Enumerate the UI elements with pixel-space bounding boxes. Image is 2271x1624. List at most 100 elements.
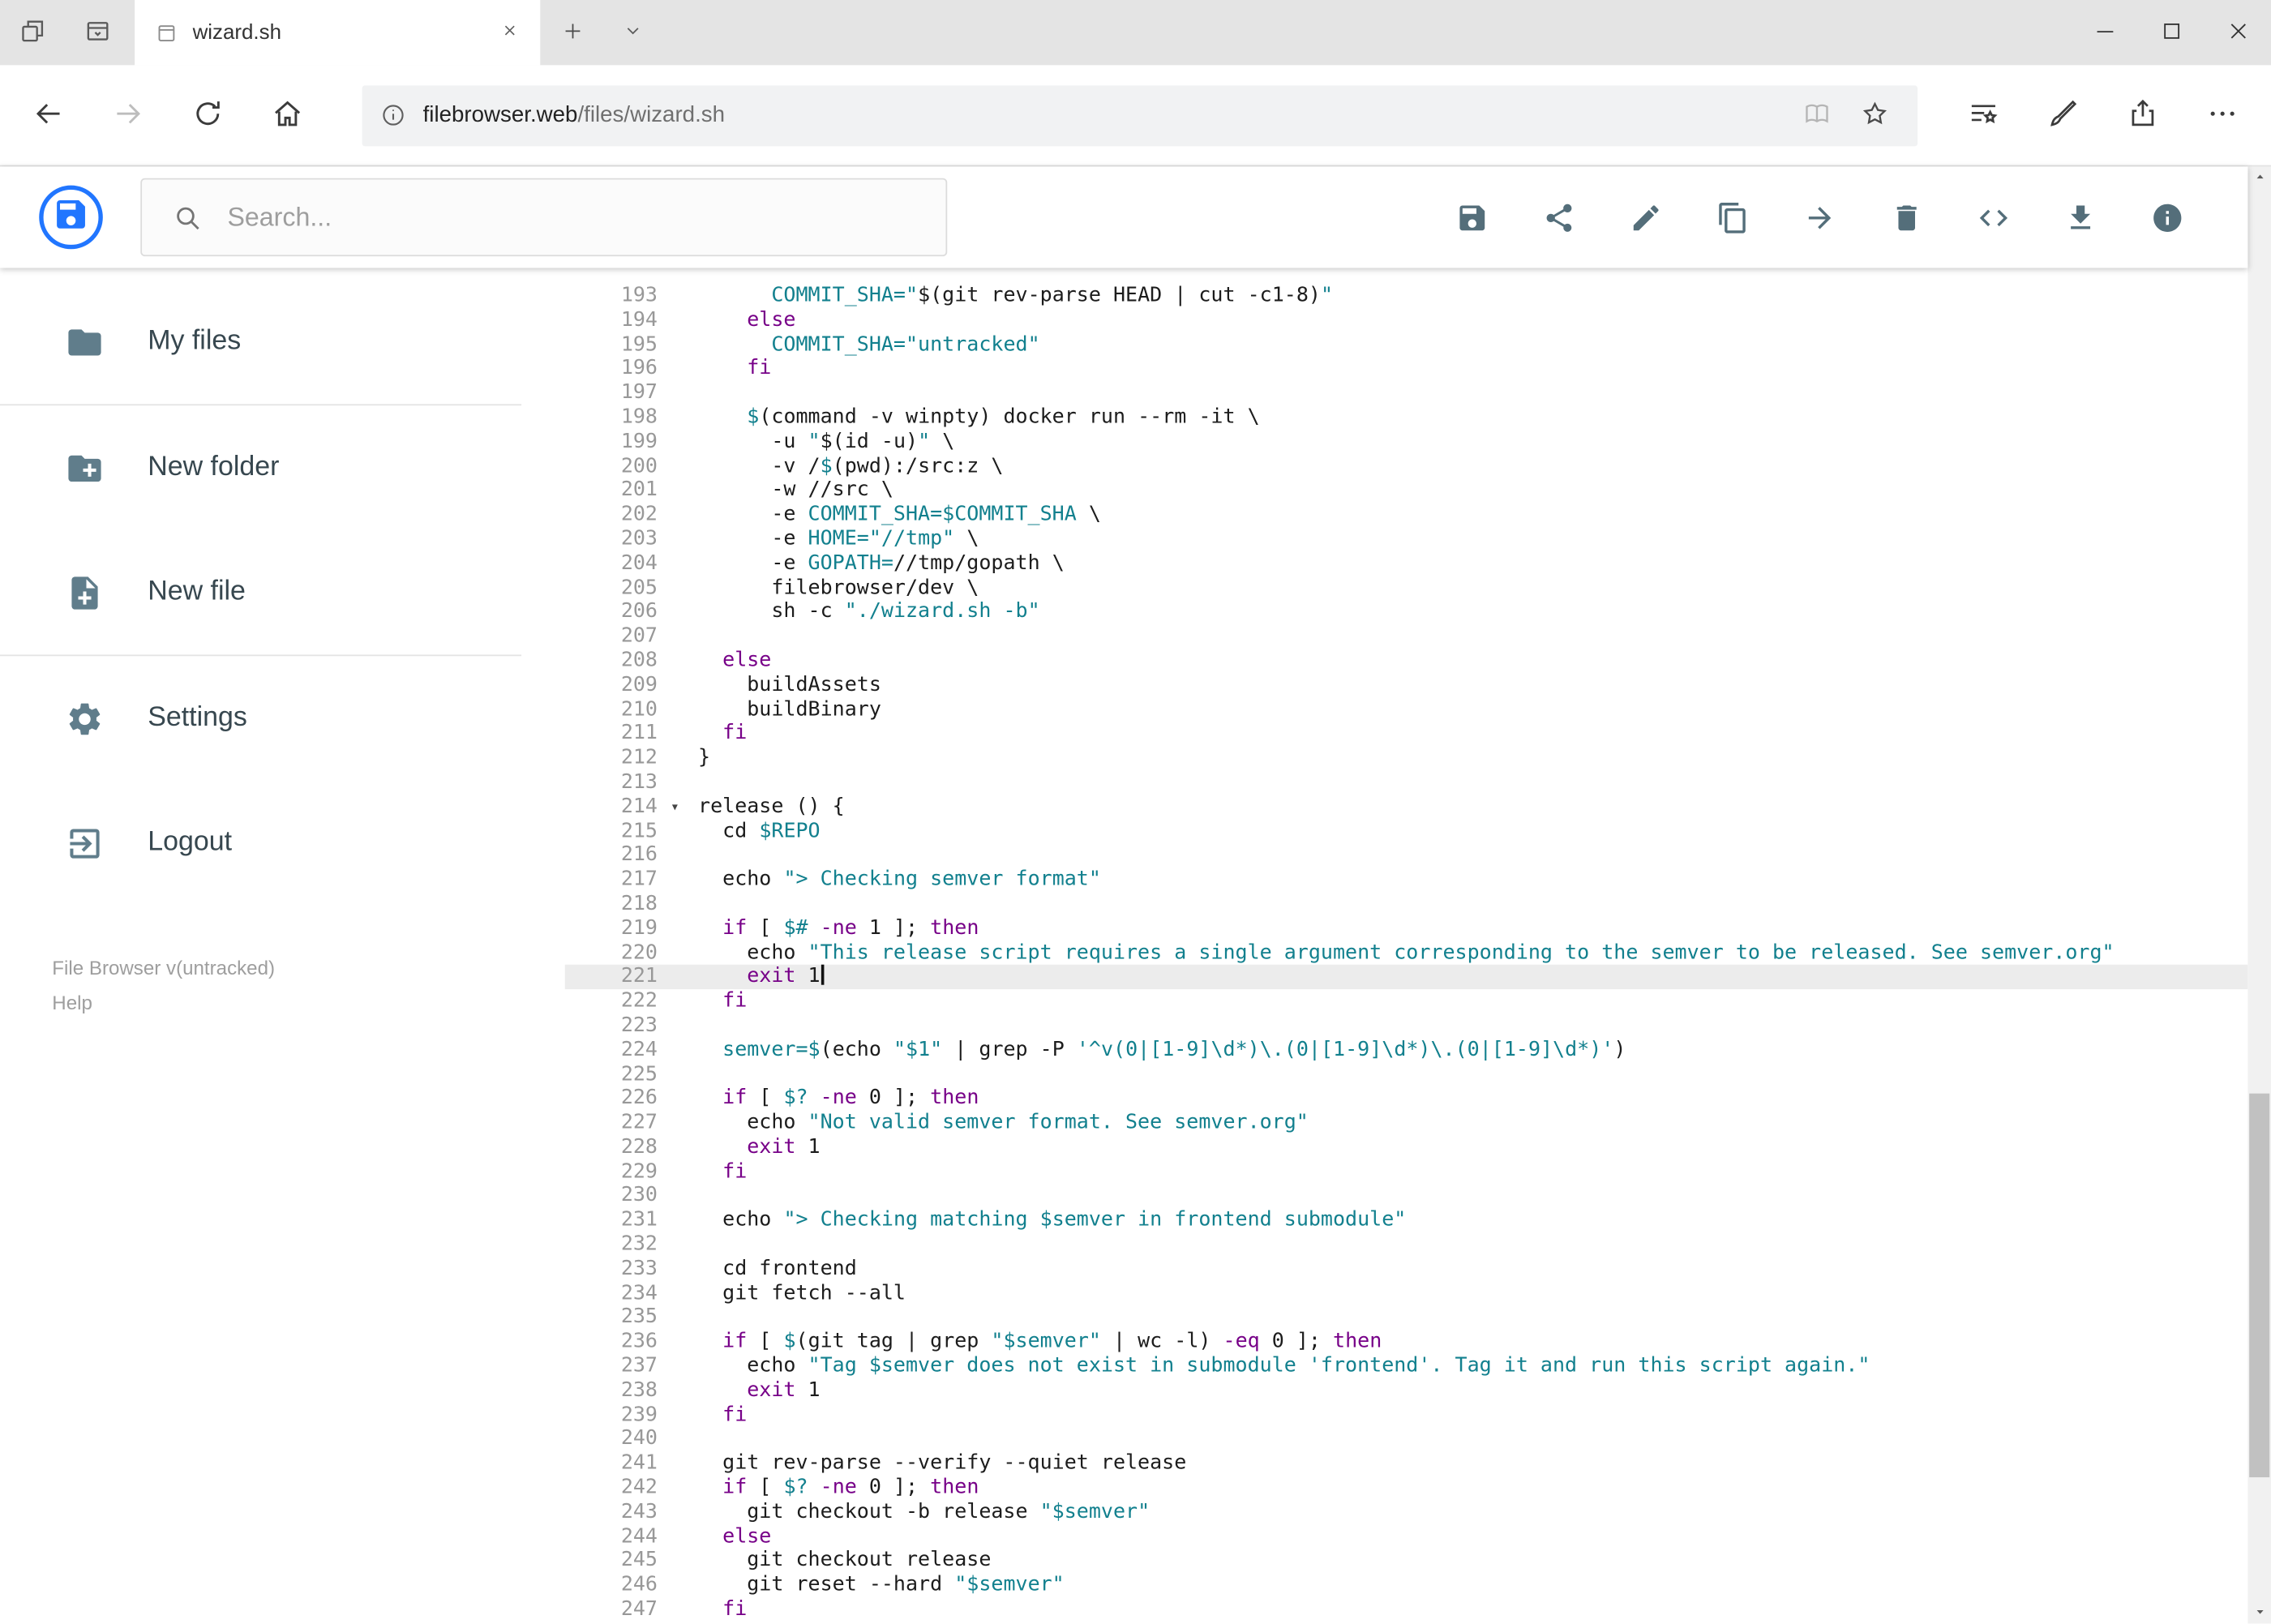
- code-line[interactable]: 223: [565, 1013, 2248, 1038]
- code-line[interactable]: 240: [565, 1427, 2248, 1451]
- tab-close-button[interactable]: [491, 14, 529, 51]
- info-button[interactable]: [2149, 200, 2184, 235]
- scroll-up-button[interactable]: [2247, 166, 2271, 190]
- download-button[interactable]: [2063, 200, 2097, 235]
- code-line[interactable]: 231 echo "> Checking matching $semver in…: [565, 1208, 2248, 1232]
- home-button[interactable]: [247, 76, 327, 154]
- code-line[interactable]: 247 fi: [565, 1597, 2248, 1622]
- share-button[interactable]: [1541, 200, 1576, 235]
- share-page-button[interactable]: [2103, 76, 2183, 154]
- code-line[interactable]: 194 else: [565, 308, 2248, 332]
- code-line[interactable]: 198 $(command -v winpty) docker run --rm…: [565, 405, 2248, 430]
- favorites-hub-button[interactable]: [1943, 76, 2023, 154]
- code-line[interactable]: 211 fi: [565, 722, 2248, 746]
- code-line[interactable]: 217 echo "> Checking semver format": [565, 868, 2248, 892]
- code-line[interactable]: 195 COMMIT_SHA="untracked": [565, 332, 2248, 357]
- scroll-down-button[interactable]: [2247, 1600, 2271, 1624]
- search-input[interactable]: [224, 200, 862, 234]
- copy-button[interactable]: [1715, 200, 1750, 235]
- new-tab-button[interactable]: [540, 0, 604, 65]
- help-link[interactable]: Help: [52, 989, 92, 1019]
- page-info-icon[interactable]: [379, 101, 407, 129]
- address-bar[interactable]: filebrowser.web/files/wizard.sh: [362, 84, 1918, 146]
- vertical-scrollbar[interactable]: [2247, 166, 2271, 1624]
- code-line[interactable]: 199 -u "$(id -u)" \: [565, 430, 2248, 454]
- code-line[interactable]: 230: [565, 1184, 2248, 1208]
- sidebar-item-settings[interactable]: Settings: [0, 656, 565, 781]
- back-button[interactable]: [9, 76, 88, 154]
- code-line[interactable]: 215 cd $REPO: [565, 819, 2248, 843]
- code-line[interactable]: 193 COMMIT_SHA="$(git rev-parse HEAD | c…: [565, 284, 2248, 308]
- code-editor[interactable]: 193 COMMIT_SHA="$(git rev-parse HEAD | c…: [564, 268, 2248, 1624]
- code-line[interactable]: 227 echo "Not valid semver format. See s…: [565, 1111, 2248, 1135]
- raw-view-button[interactable]: [1976, 200, 2011, 235]
- close-button[interactable]: [2205, 0, 2271, 65]
- sidebar-item-my-files[interactable]: My files: [0, 280, 565, 405]
- code-line[interactable]: 236 if [ $(git tag | grep "$semver" | wc…: [565, 1330, 2248, 1354]
- code-line[interactable]: 242 if [ $? -ne 0 ]; then: [565, 1476, 2248, 1500]
- refresh-button[interactable]: [168, 76, 247, 154]
- code-line[interactable]: 207: [565, 624, 2248, 649]
- forward-button[interactable]: [88, 76, 168, 154]
- code-line[interactable]: 205 filebrowser/dev \: [565, 576, 2248, 600]
- sidebar-item-new-folder[interactable]: New folder: [0, 405, 565, 530]
- code-line[interactable]: 212}: [565, 746, 2248, 770]
- code-line[interactable]: 225: [565, 1062, 2248, 1086]
- code-line[interactable]: 224 semver=$(echo "$1" | grep -P '^v(0|[…: [565, 1038, 2248, 1062]
- code-line[interactable]: 222 fi: [565, 989, 2248, 1013]
- code-line[interactable]: 206 sh -c "./wizard.sh -b": [565, 600, 2248, 624]
- scrollbar-thumb[interactable]: [2249, 1093, 2270, 1478]
- maximize-button[interactable]: [2138, 0, 2205, 65]
- code-line[interactable]: 201 -w //src \: [565, 478, 2248, 503]
- save-button[interactable]: [1454, 200, 1489, 235]
- code-line[interactable]: 241 git rev-parse --verify --quiet relea…: [565, 1451, 2248, 1476]
- code-line[interactable]: 234 git fetch --all: [565, 1281, 2248, 1305]
- code-line[interactable]: 246 git reset --hard "$semver": [565, 1573, 2248, 1597]
- rename-button[interactable]: [1628, 200, 1663, 235]
- delete-button[interactable]: [1888, 200, 1923, 235]
- code-line[interactable]: 228 exit 1: [565, 1135, 2248, 1159]
- code-line[interactable]: 213: [565, 770, 2248, 795]
- sidebar-item-logout[interactable]: Logout: [0, 781, 565, 906]
- code-line[interactable]: 208 else: [565, 649, 2248, 673]
- code-line[interactable]: 226 if [ $? -ne 0 ]; then: [565, 1086, 2248, 1111]
- code-line[interactable]: 214 ▾ release () {: [565, 795, 2248, 819]
- code-line[interactable]: 219 if [ $# -ne 1 ]; then: [565, 916, 2248, 941]
- browser-tab[interactable]: wizard.sh: [135, 0, 541, 66]
- code-line[interactable]: 243 git checkout -b release "$semver": [565, 1500, 2248, 1524]
- code-line[interactable]: 239 fi: [565, 1403, 2248, 1427]
- fold-marker-icon[interactable]: ▾: [671, 796, 679, 820]
- set-tabs-aside-button[interactable]: [0, 0, 65, 65]
- code-line[interactable]: 244 else: [565, 1524, 2248, 1549]
- web-note-button[interactable]: [2024, 76, 2103, 154]
- code-line[interactable]: 210 buildBinary: [565, 697, 2248, 722]
- code-line[interactable]: 238 exit 1: [565, 1378, 2248, 1403]
- code-line[interactable]: 197: [565, 381, 2248, 405]
- code-line[interactable]: 209 buildAssets: [565, 673, 2248, 697]
- code-line[interactable]: 237 echo "Tag $semver does not exist in …: [565, 1354, 2248, 1378]
- code-line[interactable]: 232: [565, 1232, 2248, 1257]
- sidebar-item-new-file[interactable]: New file: [0, 530, 565, 655]
- reading-view-button[interactable]: [1787, 86, 1845, 144]
- minimize-button[interactable]: [2071, 0, 2137, 65]
- search-bar[interactable]: [140, 178, 948, 257]
- code-line[interactable]: 204 -e GOPATH=//tmp/gopath \: [565, 551, 2248, 576]
- tab-list-dropdown-button[interactable]: [604, 0, 662, 65]
- code-line[interactable]: 221 exit 1: [564, 965, 2248, 990]
- more-actions-button[interactable]: [2183, 76, 2262, 154]
- code-line[interactable]: 220 echo "This release script requires a…: [565, 941, 2248, 965]
- code-line[interactable]: 235: [565, 1305, 2248, 1330]
- code-line[interactable]: 245 git checkout release: [565, 1549, 2248, 1573]
- code-line[interactable]: 203 -e HOME="//tmp" \: [565, 527, 2248, 551]
- code-line[interactable]: 216: [565, 843, 2248, 868]
- code-line[interactable]: 202 -e COMMIT_SHA=$COMMIT_SHA \: [565, 503, 2248, 527]
- code-line[interactable]: 218: [565, 892, 2248, 916]
- add-favorite-button[interactable]: [1845, 86, 1903, 144]
- tab-preview-button[interactable]: [65, 0, 130, 65]
- code-line[interactable]: 233 cd frontend: [565, 1257, 2248, 1281]
- code-line[interactable]: 196 fi: [565, 357, 2248, 381]
- move-button[interactable]: [1802, 200, 1836, 235]
- filebrowser-logo[interactable]: [39, 185, 103, 250]
- code-line[interactable]: 229 fi: [565, 1159, 2248, 1184]
- code-line[interactable]: 200 -v /$(pwd):/src:z \: [565, 454, 2248, 478]
